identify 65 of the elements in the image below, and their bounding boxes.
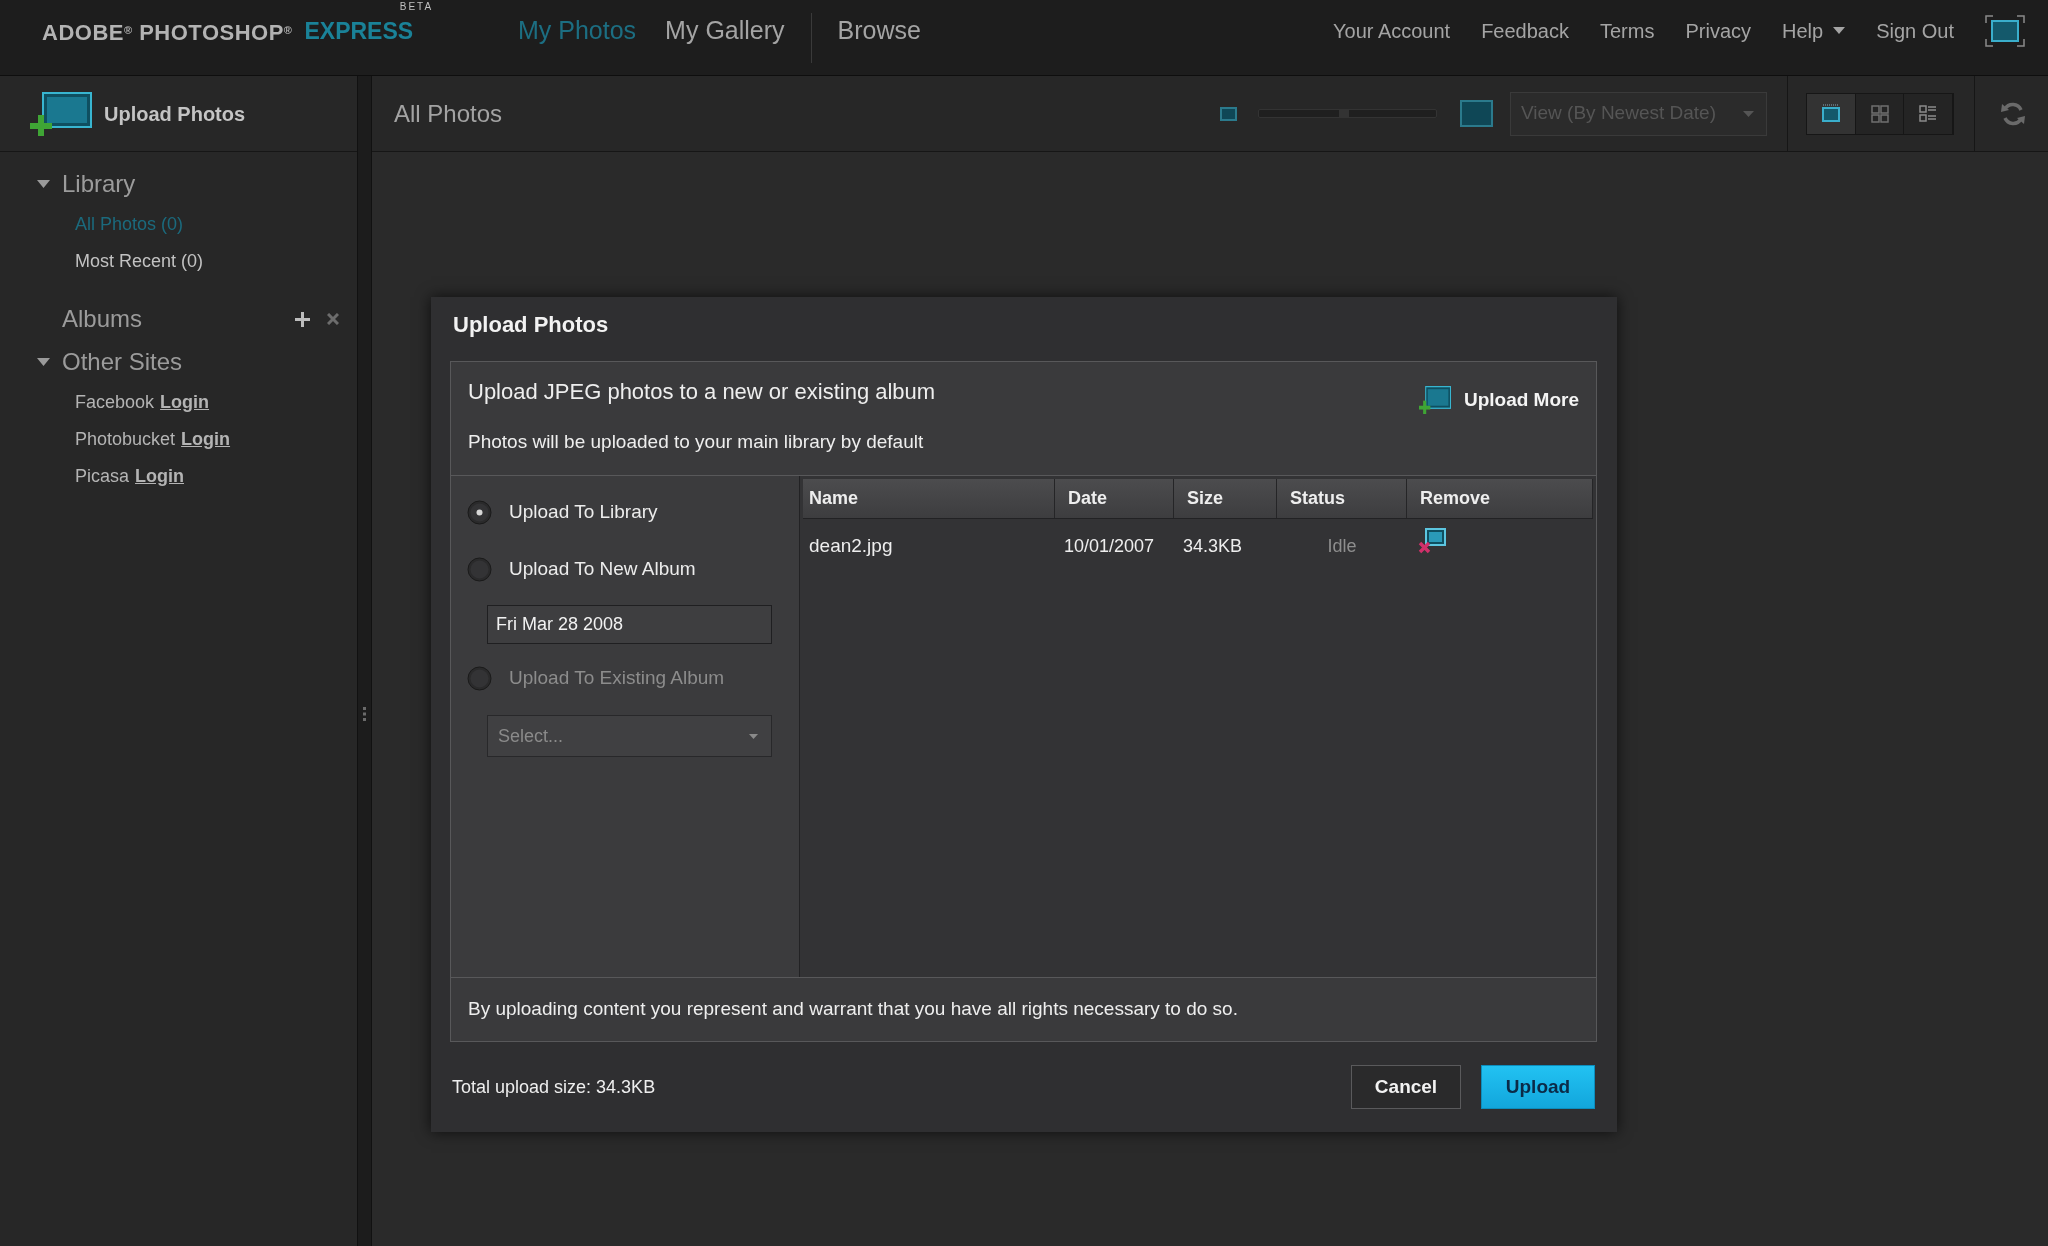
site-name: Picasa: [75, 465, 130, 488]
site-name: Photobucket: [75, 428, 176, 451]
upload-button[interactable]: Upload: [1481, 1065, 1595, 1109]
plus-icon[interactable]: [295, 311, 310, 327]
large-square-icon[interactable]: [1460, 100, 1493, 127]
header-link[interactable]: Sign Out: [1876, 15, 1954, 46]
grid-icon: [1869, 104, 1890, 123]
caret-icon: [749, 734, 758, 739]
site-name: Facebook: [75, 391, 155, 414]
small-square-icon[interactable]: [1220, 106, 1237, 121]
sidebar-item[interactable]: Most Recent (0): [75, 248, 204, 275]
upload-more-button[interactable]: Upload More: [1418, 386, 1579, 415]
cancel-button[interactable]: Cancel: [1351, 1065, 1461, 1109]
view-mode-button[interactable]: [1807, 93, 1856, 134]
x-icon[interactable]: [327, 313, 339, 325]
brand-name: ADOBE$^{®}$ PHOTOSHOP$^{®}$: [42, 21, 293, 44]
radio-label[interactable]: Upload To New Album: [509, 554, 696, 584]
section-title[interactable]: Other Sites: [62, 344, 183, 380]
dialog-subheading: Photos will be uploaded to your main library by default: [468, 430, 925, 454]
caret-icon[interactable]: [37, 180, 50, 188]
radio-label[interactable]: Upload To Library: [509, 497, 658, 527]
album-name-field[interactable]: Fri Mar 28 2008: [487, 605, 772, 644]
header-link[interactable]: Your Account: [1333, 15, 1451, 46]
column-header[interactable]: Name: [803, 479, 1055, 518]
login-link[interactable]: Login: [181, 426, 231, 453]
add-photo-icon: [30, 91, 92, 136]
upload-photos-button[interactable]: Upload Photos: [30, 91, 246, 136]
table-cell-text: Idle: [1326, 534, 1358, 558]
view-mode-button[interactable]: [1904, 93, 1953, 134]
grip-icon[interactable]: [363, 707, 366, 721]
column-header[interactable]: Remove: [1407, 479, 1593, 518]
dialog-heading: Upload JPEG photos to a new or existing album: [468, 378, 936, 406]
photo-x-icon[interactable]: [1418, 527, 1446, 555]
nav-tab[interactable]: Browse: [837, 11, 921, 50]
radio-button[interactable]: [467, 556, 492, 582]
section-title[interactable]: Albums: [62, 301, 143, 337]
column-header[interactable]: Size: [1174, 479, 1277, 518]
add-photo-icon: [1418, 386, 1451, 415]
refresh-icon[interactable]: [2000, 100, 2026, 127]
dialog-title: Upload Photos: [453, 311, 609, 339]
radio-button[interactable]: [467, 499, 492, 525]
page-title: All Photos: [394, 98, 503, 129]
notice-text: By uploading content you represent and warrant that you have all rights necessary to do so.: [468, 997, 1238, 1022]
header-link[interactable]: Feedback: [1481, 15, 1569, 46]
login-link[interactable]: Login: [135, 463, 184, 490]
header-link[interactable]: Terms: [1600, 15, 1655, 46]
fullscreen-icon[interactable]: [1985, 14, 2025, 47]
table-cell-text: 34.3KB: [1182, 534, 1244, 558]
nav-tab[interactable]: My Gallery: [665, 11, 785, 50]
table-cell-text: 10/01/2007: [1063, 534, 1156, 558]
product-name: EXPRESS: [304, 17, 414, 44]
beta-label: BETA: [399, 1, 434, 12]
table-cell-text: dean2.jpg: [808, 533, 894, 558]
total-size-text: Total upload size: 34.3KB: [452, 1075, 656, 1099]
column-header[interactable]: Date: [1055, 479, 1174, 518]
column-header[interactable]: Status: [1277, 479, 1407, 518]
caret-icon: [1743, 110, 1754, 117]
login-link[interactable]: Login: [160, 389, 210, 416]
caret-icon[interactable]: [37, 358, 50, 366]
section-title[interactable]: Library: [62, 166, 136, 202]
header-link[interactable]: Privacy: [1685, 15, 1752, 46]
menu-link[interactable]: Help: [1782, 15, 1846, 46]
list-icon: [1918, 104, 1939, 123]
caret-icon: [1833, 27, 1846, 34]
single-view-icon: [1820, 104, 1841, 123]
